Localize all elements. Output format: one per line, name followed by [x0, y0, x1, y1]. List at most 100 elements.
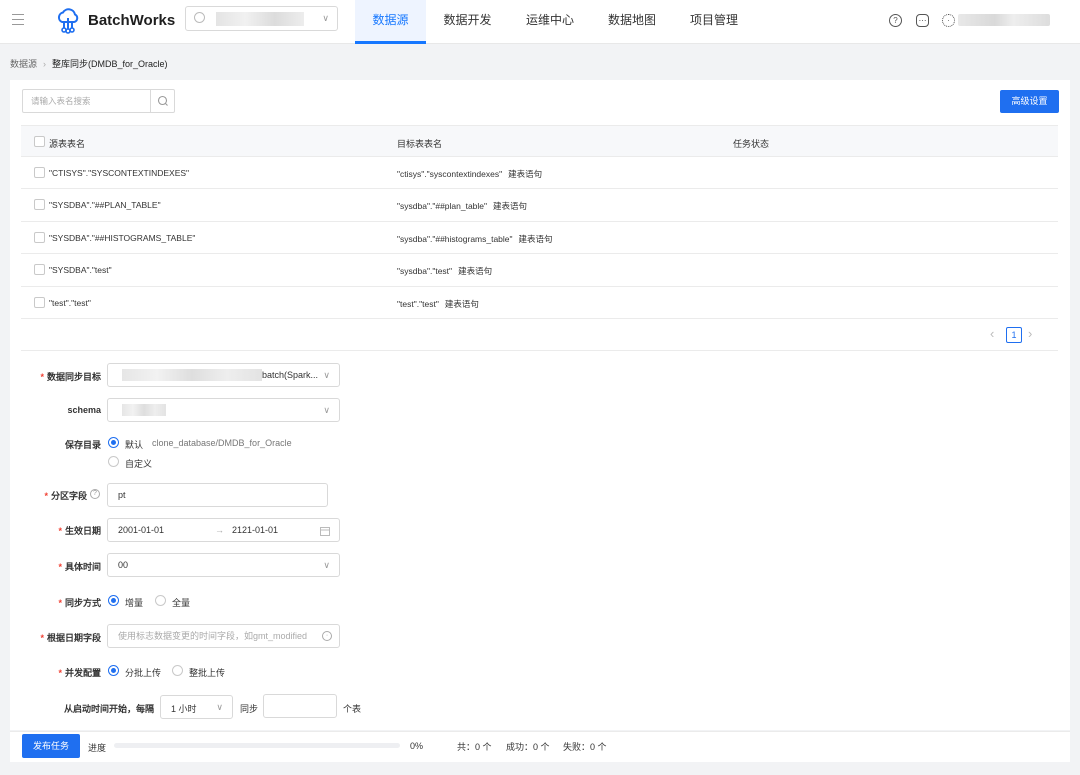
label-schema: schema: [67, 405, 101, 415]
success-count: 成功：0 个: [506, 742, 550, 752]
table-count-input[interactable]: [263, 694, 337, 718]
create-statement-link[interactable]: 建表语句: [458, 266, 492, 276]
chevron-down-icon: ∨: [323, 560, 330, 570]
create-statement-link[interactable]: 建表语句: [519, 234, 553, 244]
help-icon[interactable]: ?: [889, 14, 902, 27]
label-partition: * 分区字段: [44, 491, 87, 501]
radio-whole-upload[interactable]: [172, 665, 183, 676]
chevron-right-icon: ›: [43, 59, 47, 69]
main-nav: 数据源 数据开发 运维中心 数据地图 项目管理: [355, 0, 755, 44]
progress-bar: [114, 743, 400, 748]
whole-upload-label: 整批上传: [189, 668, 226, 678]
label-specific-time: * 具体时间: [58, 562, 101, 572]
sync-target-redacted: [122, 369, 262, 381]
batch-upload-label: 分批上传: [125, 668, 162, 678]
gear-icon[interactable]: ·: [942, 14, 955, 27]
table-header: 源表表名 目标表表名 任务状态: [21, 125, 1058, 157]
top-bar: BatchWorks ∨ 数据源 数据开发 运维中心 数据地图 项目管理 ? ⋯…: [0, 0, 1080, 44]
interval-suffix: 个表: [343, 704, 362, 714]
search-input[interactable]: [23, 90, 151, 112]
nav-datasource[interactable]: 数据源: [355, 0, 426, 44]
chevron-left-icon[interactable]: ‹: [990, 326, 994, 341]
row-checkbox[interactable]: [34, 199, 45, 211]
clock-icon: ·: [322, 631, 332, 641]
chevron-down-icon: ∨: [322, 13, 329, 23]
advanced-settings-button[interactable]: 高级设置: [1000, 90, 1059, 113]
menu-icon[interactable]: [12, 14, 24, 26]
label-concurrency: * 并发配置: [58, 668, 101, 678]
partition-input[interactable]: pt: [107, 483, 328, 507]
chevron-right-icon[interactable]: ›: [1028, 326, 1032, 341]
label-save-dir: 保存目录: [64, 440, 101, 450]
target-table-name: "ctisys"."syscontextindexes": [397, 169, 503, 179]
effective-date-range[interactable]: 2001-01-01 → 2121-01-01: [107, 518, 340, 542]
default-dir-path: clone_database/DMDB_for_Oracle: [152, 438, 292, 448]
total-count: 共：0 个: [457, 742, 492, 752]
label-sync-mode: * 同步方式: [58, 598, 101, 608]
interval-select[interactable]: 1 小时 ∨: [160, 695, 233, 719]
search-icon: [157, 95, 168, 106]
custom-dir-label: 自定义: [125, 459, 153, 469]
select-all-checkbox[interactable]: [34, 136, 45, 147]
radio-full[interactable]: [155, 595, 166, 606]
help-icon[interactable]: ?: [90, 489, 100, 499]
calendar-icon: [320, 527, 330, 536]
create-statement-link[interactable]: 建表语句: [508, 169, 542, 179]
chevron-down-icon: ∨: [216, 702, 223, 712]
radio-custom-dir[interactable]: [108, 456, 119, 467]
source-table-name: "CTISYS"."SYSCONTEXTINDEXES": [49, 168, 190, 178]
project-icon: [194, 12, 205, 23]
table-row: "SYSDBA"."##PLAN_TABLE" "sysdba"."##plan…: [21, 189, 1058, 222]
date-field-input[interactable]: 使用标志数据变更的时间字段，如gmt_modified: [107, 624, 340, 648]
interval-sync-text: 同步: [240, 704, 259, 714]
project-name-redacted: [216, 12, 304, 26]
chevron-down-icon: ∨: [323, 405, 330, 415]
create-statement-link[interactable]: 建表语句: [493, 201, 527, 211]
radio-default-dir[interactable]: [108, 437, 119, 448]
label-sync-target: * 数据同步目标: [40, 372, 101, 382]
breadcrumb: 数据源 › 整库同步(DMDB_for_Oracle): [10, 57, 168, 70]
nav-data-dev[interactable]: 数据开发: [426, 0, 509, 44]
row-checkbox[interactable]: [34, 231, 45, 243]
pagination: ‹ 1 ›: [21, 318, 1058, 351]
page-number[interactable]: 1: [1006, 327, 1022, 343]
table-row: "test"."test" "test"."test" 建表语句: [21, 287, 1058, 319]
source-table-name: "test"."test": [49, 297, 91, 308]
schema-redacted: [122, 404, 166, 416]
end-date: 2121-01-01: [232, 525, 279, 535]
time-select[interactable]: 00 ∨: [107, 553, 340, 577]
publish-task-button[interactable]: 发布任务: [22, 734, 80, 758]
sync-target-select[interactable]: batch(Spark... ∨: [107, 363, 340, 387]
nav-ops-center[interactable]: 运维中心: [509, 0, 591, 44]
radio-batch-upload[interactable]: [108, 665, 119, 676]
radio-incremental[interactable]: [108, 595, 119, 606]
target-table-name: "sysdba"."test": [397, 266, 453, 277]
label-interval: 从启动时间开始，每隔: [63, 704, 154, 714]
target-table-name: "test"."test": [397, 298, 439, 309]
progress-percent: 0%: [410, 741, 424, 751]
incremental-label: 增量: [125, 598, 144, 608]
message-icon[interactable]: ⋯: [916, 14, 929, 27]
schema-select[interactable]: ∨: [107, 398, 340, 422]
label-effective-date: * 生效日期: [58, 526, 101, 536]
search-button[interactable]: [150, 90, 174, 112]
create-statement-link[interactable]: 建表语句: [445, 299, 479, 309]
nav-project-mgmt[interactable]: 项目管理: [673, 0, 755, 44]
sync-table: 源表表名 目标表表名 任务状态 "CTISYS"."SYSCONTEXTINDE…: [21, 125, 1058, 319]
nav-data-map[interactable]: 数据地图: [591, 0, 673, 44]
project-select[interactable]: ∨: [185, 6, 338, 31]
brand-name: BatchWorks: [88, 12, 176, 29]
time-value: 00: [118, 560, 129, 570]
default-dir-label: 默认: [125, 440, 144, 450]
row-checkbox[interactable]: [34, 167, 45, 178]
table-row: "SYSDBA"."test" "sysdba"."test" 建表语句: [21, 254, 1058, 287]
row-checkbox[interactable]: [34, 264, 45, 276]
row-checkbox[interactable]: [34, 296, 45, 308]
breadcrumb-root[interactable]: 数据源: [10, 59, 37, 69]
batchworks-logo-icon: [57, 8, 79, 34]
breadcrumb-current: 整库同步(DMDB_for_Oracle): [52, 59, 168, 69]
start-date: 2001-01-01: [118, 525, 165, 535]
user-name-redacted[interactable]: [958, 14, 1050, 26]
col-target-table: 目标表表名: [397, 139, 443, 149]
chevron-down-icon: ∨: [323, 370, 330, 380]
